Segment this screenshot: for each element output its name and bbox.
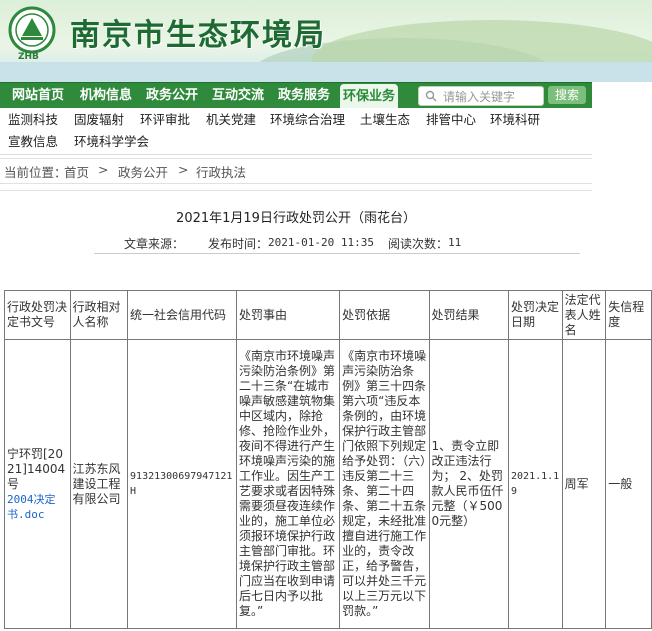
site-title[interactable]: 南京市生态环境局 [70,10,326,54]
cell-credit-code: 91321300697947121H [127,339,237,629]
table-header: 行政处罚决定书文号 [4,290,71,340]
subnav-item-party[interactable]: 机关党建 [206,110,256,130]
nav-item-env-business[interactable]: 环保业务 [340,84,398,110]
breadcrumb: 当前位置： 首页 > 政务公开 > 行政执法 [0,158,592,184]
site-banner: ZHB 南京市生态环境局 [0,0,652,82]
table-header: 处罚事由 [235,290,341,340]
article-header: 2021年1月19日行政处罚公开（雨花台） 文章来源： 发布时间： 2021-0… [0,190,592,259]
table-header: 统一社会信用代码 [127,290,237,340]
nav-item-services[interactable]: 政务服务 [278,83,330,109]
subnav-item-discharge[interactable]: 排管中心 [426,110,476,130]
subnav-item-solid-waste[interactable]: 固废辐射 [74,110,124,130]
nav-item-org-info[interactable]: 机构信息 [80,83,132,109]
article-title: 2021年1月19日行政处罚公开（雨花台） [176,211,416,226]
sub-nav: 监测科技 固废辐射 环评审批 机关党建 环境综合治理 土壤生态 排管中心 环境科… [0,108,592,155]
search-placeholder: 请输入关键字 [443,90,516,104]
table-header: 处罚结果 [428,290,510,340]
subnav-item-monitoring[interactable]: 监测科技 [8,110,58,130]
table-header: 失信程度 [605,290,652,340]
table-header: 处罚依据 [339,290,430,340]
divider [94,253,580,254]
cell-date: 2021.1.19 [508,339,563,629]
cell-legal-rep: 周军 [561,339,607,629]
breadcrumb-label: 当前位置： [4,165,67,180]
cell-credit-level: 一般 [605,339,652,629]
breadcrumb-enforcement[interactable]: 行政执法 [196,162,246,181]
table-header: 行政相对人名称 [69,290,129,340]
table-row: 宁环罚[2021]14004号 2004决定书.doc 江苏东风建设工程有限公司… [4,339,652,629]
cell-reason: 《南京市环境噪声污染防治条例》第二十三条“在城市噪声敏感建筑物集中区域内，除抢修… [235,339,341,629]
article-time-label: 发布时间： [208,237,269,251]
cell-doc-no: 宁环罚[2021]14004号 2004决定书.doc [4,339,71,629]
subnav-item-soil[interactable]: 土壤生态 [360,110,410,130]
subnav-item-eia[interactable]: 环评审批 [140,110,190,130]
subnav-item-governance[interactable]: 环境综合治理 [270,110,345,130]
doc-no-text: 宁环罚[2021]14004号 [7,446,66,491]
cell-party: 江苏东风建设工程有限公司 [69,339,129,629]
penalty-table: 行政处罚决定书文号 行政相对人名称 统一社会信用代码 处罚事由 处罚依据 处罚结… [4,290,652,629]
table-header: 法定代表人姓名 [561,290,607,340]
breadcrumb-sep: > [178,162,189,177]
breadcrumb-home[interactable]: 首页 [64,162,89,181]
banner-water [0,62,652,82]
breadcrumb-sep: > [98,162,109,177]
subnav-item-education[interactable]: 宣教信息 [8,132,58,152]
search-button[interactable]: 搜索 [548,86,586,104]
nav-item-interaction[interactable]: 互动交流 [212,83,264,109]
nav-item-gov-affairs[interactable]: 政务公开 [146,83,198,109]
article-views-value: 11 [448,236,462,249]
table-header-row: 行政处罚决定书文号 行政相对人名称 统一社会信用代码 处罚事由 处罚依据 处罚结… [4,290,652,340]
doc-attachment-link[interactable]: 2004决定书.doc [7,493,56,521]
search-input[interactable]: 请输入关键字 [418,86,544,106]
cell-basis: 《南京市环境噪声污染防治条例》第三十四条第六项“违反本条例的，由环境保护行政主管… [339,339,430,629]
article-source-label: 文章来源： [124,237,185,251]
logo-text: ZHB [18,52,39,62]
cell-result: 1、责令立即改正违法行为； 2、处罚款人民币伍仟元整（￥5000元整） [428,339,510,629]
subnav-item-research[interactable]: 环境科研 [490,110,540,130]
subnav-item-society[interactable]: 环境科学学会 [74,132,149,152]
bureau-logo-icon[interactable] [8,6,56,54]
nav-item-home[interactable]: 网站首页 [12,83,64,109]
breadcrumb-gov-affairs[interactable]: 政务公开 [118,162,168,181]
article-views-label: 阅读次数： [388,237,449,251]
search-icon [425,90,437,102]
article-time-value: 2021-01-20 11:35 [268,236,374,249]
table-header: 处罚决定日期 [508,290,563,340]
